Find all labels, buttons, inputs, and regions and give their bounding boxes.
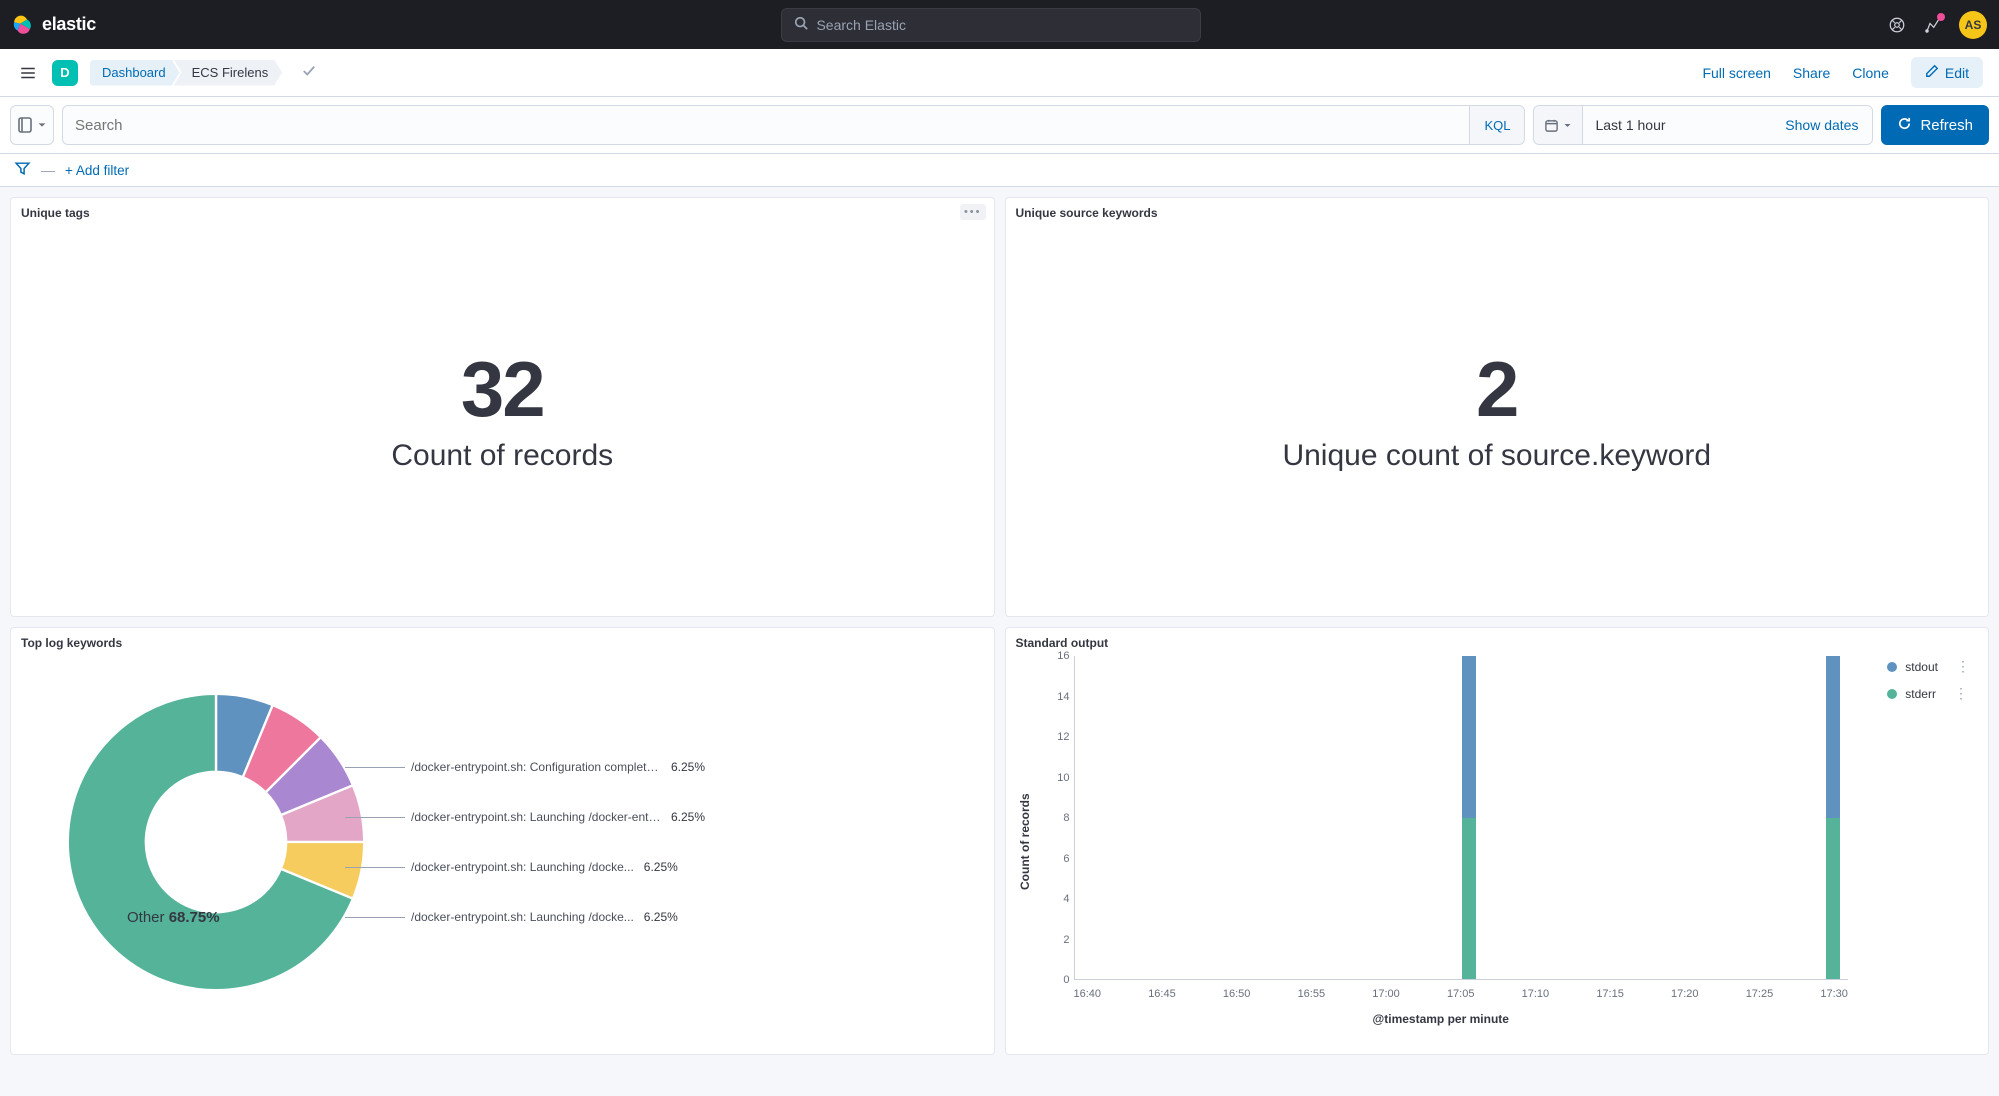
legend-item: /docker-entrypoint.sh: Launching /docker… [411, 810, 705, 824]
legend-item[interactable]: stderr ⋮ [1887, 685, 1970, 702]
global-search-placeholder: Search Elastic [816, 17, 905, 33]
panel-title: Unique source keywords [1016, 206, 1979, 220]
legend-menu-icon[interactable]: ⋮ [1956, 658, 1970, 675]
query-input[interactable] [63, 117, 1469, 134]
breadcrumb-bar: D Dashboard ECS Firelens Full screen Sha… [0, 49, 1999, 97]
dashboard-grid: Unique tags ••• 32 Count of records Uniq… [0, 187, 1999, 1065]
brand-name: elastic [42, 14, 96, 35]
query-input-wrap: KQL [62, 105, 1525, 145]
bar-chart[interactable]: 0246810121416 16:4016:4516:5016:5517:001… [1034, 650, 1979, 1034]
elastic-logo-icon [12, 14, 34, 36]
panel-menu-icon[interactable]: ••• [960, 204, 986, 220]
clone-button[interactable]: Clone [1852, 65, 1889, 81]
metric-value: 32 [461, 344, 544, 435]
pencil-icon [1925, 64, 1939, 81]
panel-top-log-keywords: Top log keywords Other 68.75% /docker-en… [10, 627, 995, 1055]
nav-toggle-icon[interactable] [16, 61, 40, 85]
panel-title: Standard output [1016, 636, 1979, 650]
panel-unique-source: Unique source keywords 2 Unique count of… [1005, 197, 1990, 617]
show-dates-button[interactable]: Show dates [1771, 117, 1872, 133]
notification-dot-icon [1937, 13, 1945, 21]
refresh-label: Refresh [1920, 117, 1973, 134]
breadcrumb-dashboard[interactable]: Dashboard [90, 60, 180, 86]
legend-menu-icon[interactable]: ⋮ [1954, 685, 1968, 702]
help-icon[interactable] [1887, 15, 1907, 35]
edit-button-label: Edit [1945, 65, 1969, 81]
app-badge[interactable]: D [52, 60, 78, 86]
donut-other-label: Other 68.75% [127, 909, 220, 926]
newsfeed-icon[interactable] [1923, 15, 1943, 35]
query-bar: KQL Last 1 hour Show dates Refresh [0, 97, 1999, 154]
legend-item: /docker-entrypoint.sh: Launching /docke.… [411, 860, 705, 874]
saved-queries-button[interactable] [10, 105, 54, 145]
global-search[interactable]: Search Elastic [781, 8, 1201, 42]
swatch-icon [1887, 662, 1897, 672]
legend-item: /docker-entrypoint.sh: Configuration com… [411, 760, 705, 774]
brand-logo[interactable]: elastic [12, 14, 96, 36]
panel-standard-output: Standard output Count of records 0246810… [1005, 627, 1990, 1055]
time-range-label[interactable]: Last 1 hour [1583, 117, 1771, 133]
add-filter-button[interactable]: + Add filter [65, 163, 129, 178]
fullscreen-button[interactable]: Full screen [1702, 65, 1770, 81]
legend-label: stdout [1905, 660, 1938, 674]
saved-check-icon [302, 64, 316, 81]
swatch-icon [1887, 689, 1897, 699]
global-header: elastic Search Elastic AS [0, 0, 1999, 49]
y-axis-title: Count of records [1016, 650, 1034, 1034]
donut-chart[interactable]: Other 68.75% [21, 647, 411, 1037]
search-icon [794, 16, 808, 33]
donut-legend: /docker-entrypoint.sh: Configuration com… [411, 724, 705, 960]
breadcrumb: Dashboard ECS Firelens [90, 60, 282, 86]
legend-item[interactable]: stdout ⋮ [1887, 658, 1970, 675]
refresh-icon [1897, 116, 1912, 135]
panel-unique-tags: Unique tags ••• 32 Count of records [10, 197, 995, 617]
filter-bar: — + Add filter [0, 154, 1999, 187]
user-avatar[interactable]: AS [1959, 11, 1987, 39]
share-button[interactable]: Share [1793, 65, 1830, 81]
breadcrumb-current[interactable]: ECS Firelens [174, 60, 283, 86]
x-axis-title: @timestamp per minute [1034, 1012, 1849, 1026]
legend-item: /docker-entrypoint.sh: Launching /docke.… [411, 910, 705, 924]
time-quick-button[interactable] [1534, 106, 1583, 144]
refresh-button[interactable]: Refresh [1881, 105, 1989, 145]
bar-legend: stdout ⋮ stderr ⋮ [1887, 658, 1970, 712]
filter-settings-icon[interactable] [14, 160, 31, 180]
query-language-toggle[interactable]: KQL [1469, 106, 1524, 144]
metric-value: 2 [1476, 344, 1517, 435]
edit-button[interactable]: Edit [1911, 57, 1983, 88]
legend-label: stderr [1905, 687, 1936, 701]
metric-label: Count of records [391, 439, 613, 473]
metric-label: Unique count of source.keyword [1282, 439, 1711, 473]
panel-title: Unique tags [21, 206, 984, 220]
time-picker[interactable]: Last 1 hour Show dates [1533, 105, 1873, 145]
